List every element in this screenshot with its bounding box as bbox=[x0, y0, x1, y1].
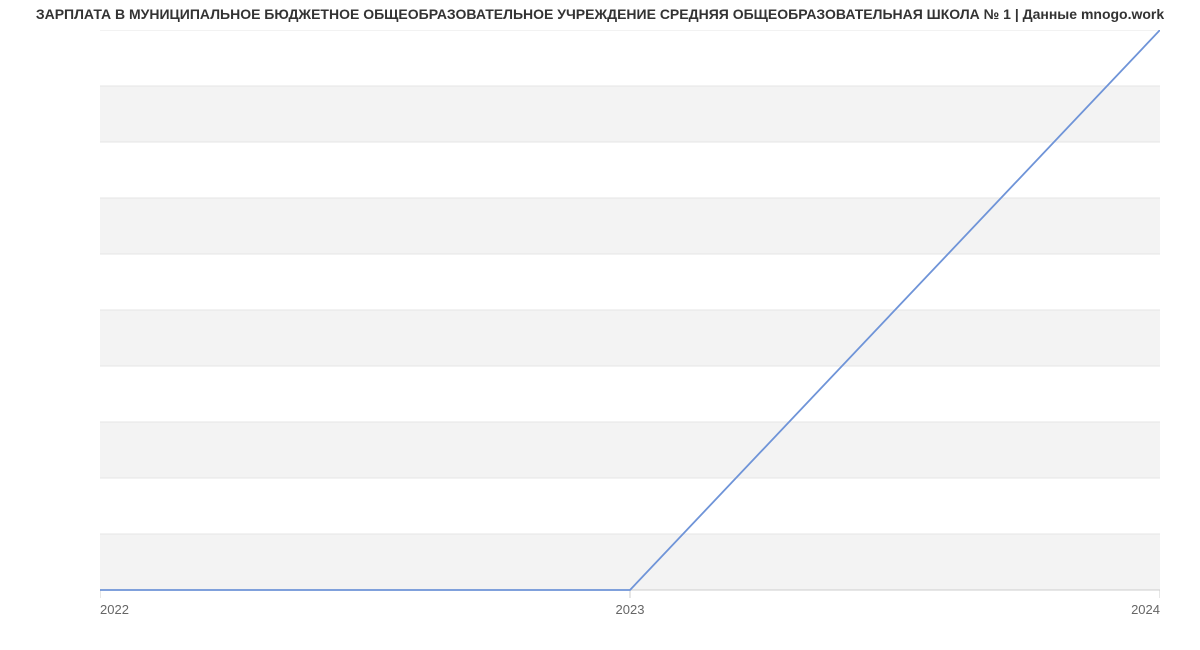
x-tick-label: 2024 bbox=[1131, 602, 1160, 617]
chart-title: ЗАРПЛАТА В МУНИЦИПАЛЬНОЕ БЮДЖЕТНОЕ ОБЩЕО… bbox=[0, 6, 1200, 22]
x-tick-label: 2022 bbox=[100, 602, 129, 617]
chart-svg: 3000032000340003600038000400004200044000… bbox=[100, 30, 1160, 630]
x-tick-label: 2023 bbox=[616, 602, 645, 617]
salary-chart: ЗАРПЛАТА В МУНИЦИПАЛЬНОЕ БЮДЖЕТНОЕ ОБЩЕО… bbox=[0, 0, 1200, 650]
plot-area: 3000032000340003600038000400004200044000… bbox=[100, 30, 1160, 590]
